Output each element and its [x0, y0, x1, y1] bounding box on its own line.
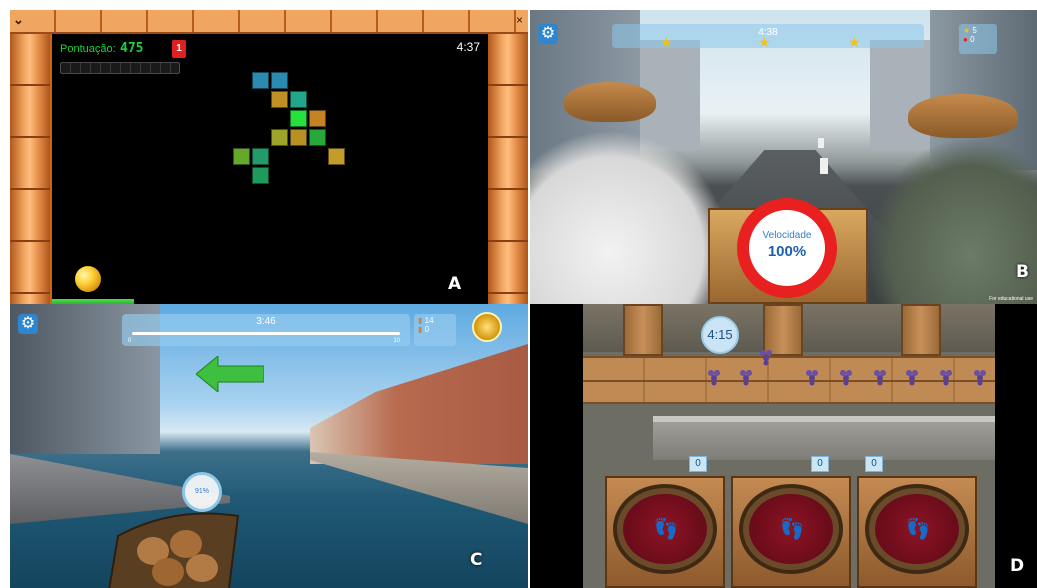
star-icon: ★ [848, 34, 861, 50]
stats-box: ★ 5 ● 0 [959, 24, 997, 54]
brick [271, 91, 288, 108]
lane-marking [818, 138, 824, 148]
panel-c-river-boat-game: ⚙ 3:46 0 10 ▮ 14 ▮ 0 91% C [10, 304, 528, 588]
educational-use-note: For educational use [989, 296, 1033, 302]
grape-bunch-icon[interactable] [939, 368, 953, 386]
panel-letter-d: D [1010, 556, 1025, 576]
buildings-right [310, 344, 528, 464]
wooden-post [901, 304, 941, 356]
tub-rim: 👣 [613, 484, 717, 574]
star-icon: ★ [660, 34, 673, 50]
grape-bunch-icon[interactable] [739, 368, 753, 386]
stat-lost: 0 [424, 325, 430, 334]
brick [271, 129, 288, 146]
settings-gear-icon[interactable]: ⚙ [538, 24, 558, 44]
grape-bunch-icon[interactable] [707, 368, 721, 386]
speed-indicator-face: Velocidade 100% [749, 210, 825, 286]
hat-left [564, 82, 656, 122]
barrel-small-icon: ▮ [418, 325, 423, 334]
score-label: Pontuação: [60, 43, 116, 55]
panel-letter-b: B [1016, 262, 1029, 282]
speed-label: Velocidade [762, 230, 812, 241]
stomping-tub-center[interactable]: 👣 [731, 476, 851, 588]
speed-indicator: Velocidade 100% [737, 198, 837, 298]
building-right-far [870, 40, 930, 150]
game-timer: 4:15 [701, 316, 739, 354]
stomping-tub-right[interactable]: 👣 [857, 476, 977, 588]
progress-hud: 4:38 ★ ★ ★ [612, 24, 924, 50]
tub-counter: 0 [689, 456, 707, 472]
tub-counter: 0 [811, 456, 829, 472]
window-menu-icon[interactable]: ⌄ [13, 12, 29, 28]
coin-ball [75, 266, 101, 292]
grape-bunch-icon[interactable] [973, 368, 987, 386]
arrow-left-icon [196, 356, 264, 392]
progress-track [132, 332, 400, 335]
right-pillar [488, 34, 528, 304]
tub-rim: 👣 [865, 484, 969, 574]
brick [290, 91, 307, 108]
character-left [530, 130, 730, 304]
bonus-bottle-icon: 1 [172, 40, 186, 58]
brick [233, 148, 250, 165]
lane-marking [820, 158, 828, 174]
stat-barrels: 14 [424, 316, 434, 325]
brick [252, 167, 269, 184]
barrel-small-icon: ▮ [418, 316, 423, 325]
window-close-icon[interactable]: × [516, 13, 523, 27]
progress-bar [60, 62, 180, 74]
stat-stops: 0 [970, 35, 975, 44]
grape-bunch-icon[interactable] [873, 368, 887, 386]
brick [309, 110, 326, 127]
footprints-icon: 👣 [653, 518, 679, 541]
stop-small-icon: ● [963, 35, 968, 44]
stone-trough [653, 416, 995, 460]
medal-icon [472, 312, 502, 342]
game-playfield[interactable]: Pontuação: 475 1 4:37 A [52, 34, 488, 304]
panel-b-street-cart-game: Velocidade 100% ⚙ 4:38 ★ ★ ★ ★ 5 ● 0 For… [530, 10, 1037, 304]
game-timer: 3:46 [256, 316, 276, 327]
track-end: 10 [393, 338, 400, 344]
conveyor-lower [583, 380, 995, 404]
grape-bunch-icon[interactable] [905, 368, 919, 386]
brick [328, 148, 345, 165]
grape-bunch-icon[interactable] [839, 368, 853, 386]
track-start: 0 [128, 338, 132, 344]
brick [290, 110, 307, 127]
footprints-icon: 👣 [905, 518, 931, 541]
character-right [870, 140, 1037, 304]
brick [252, 72, 269, 89]
grape-bunch-icon[interactable] [759, 348, 773, 366]
stats-box: ▮ 14 ▮ 0 [414, 314, 456, 346]
winery-scene: 4:15 0 0 0 👣 👣 👣 [583, 304, 995, 588]
settings-gear-icon[interactable]: ⚙ [18, 314, 38, 334]
brick [252, 148, 269, 165]
game-timer: 4:37 [456, 40, 480, 54]
brick [309, 129, 326, 146]
tub-counter: 0 [865, 456, 883, 472]
stomping-tub-left[interactable]: 👣 [605, 476, 725, 588]
footprints-icon: 👣 [779, 518, 805, 541]
brick [290, 129, 307, 146]
speed-value: 100% [767, 243, 807, 260]
progress-hud: 3:46 0 10 [122, 314, 410, 346]
hat-right [908, 94, 1018, 138]
tub-rim: 👣 [739, 484, 843, 574]
wooden-post [623, 304, 663, 356]
star-small-icon: ★ [963, 26, 971, 35]
left-pillar [10, 34, 50, 304]
star-icon: ★ [758, 34, 771, 50]
score-value: 475 [120, 41, 144, 56]
stat-stars: 5 [972, 26, 977, 35]
barrel-boat[interactable] [98, 496, 248, 588]
panel-d-grape-stomping-game: 4:15 0 0 0 👣 👣 👣 D [530, 304, 1037, 588]
panel-letter-c: C [470, 550, 483, 570]
grape-bunch-icon[interactable] [805, 368, 819, 386]
brick-top-border: ⌄ × [10, 10, 528, 34]
panel-a-brick-game: ⌄ × Pontuação: 475 1 4:37 A [10, 10, 528, 304]
brick [271, 72, 288, 89]
panel-letter-a: A [448, 274, 462, 294]
